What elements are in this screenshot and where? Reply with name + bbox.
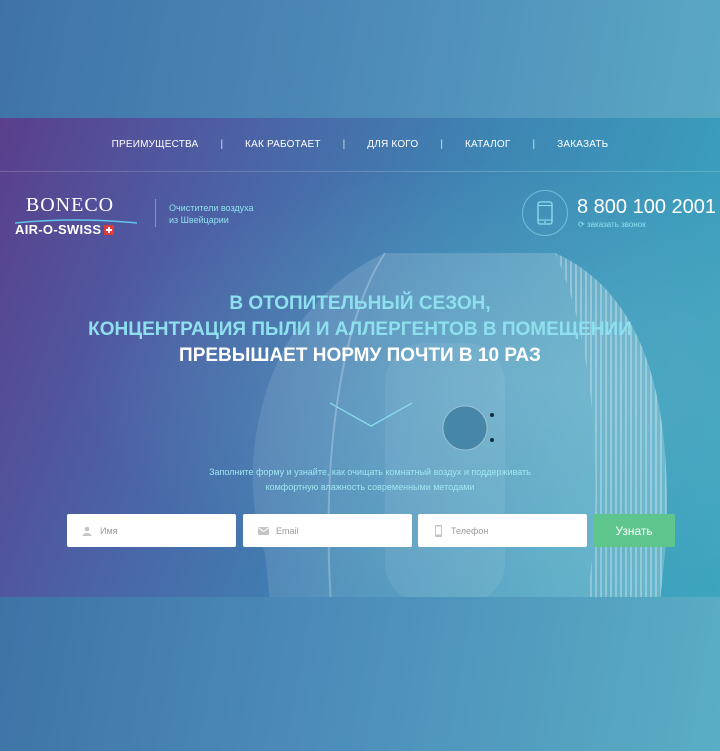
nav-item-order[interactable]: ЗАКАЗАТЬ: [535, 139, 630, 150]
email-input[interactable]: [274, 525, 404, 536]
nav-item-for-whom[interactable]: ДЛЯ КОГО: [345, 139, 440, 150]
phone-field[interactable]: [418, 514, 587, 547]
logo-boneco: BONECO: [25, 194, 115, 216]
name-field[interactable]: [67, 514, 236, 547]
submit-button[interactable]: Узнать: [593, 514, 675, 547]
hero-section: ПРЕИМУЩЕСТВА | КАК РАБОТАЕТ | ДЛЯ КОГО |…: [0, 118, 720, 597]
user-icon: [76, 526, 98, 536]
mobile-icon: [427, 524, 449, 537]
headline-line-1: В ОТОПИТЕЛЬНЫЙ СЕЗОН,: [229, 293, 491, 314]
hero-headline: В ОТОПИТЕЛЬНЫЙ СЕЗОН, КОНЦЕНТРАЦИЯ ПЫЛИ …: [0, 291, 720, 369]
phone-input[interactable]: [449, 525, 579, 536]
top-background: [0, 0, 720, 118]
envelope-icon: [252, 526, 274, 535]
form-description: Заполните форму и узнайте, как очищать к…: [209, 467, 531, 492]
email-field[interactable]: [243, 514, 412, 547]
bottom-background: [0, 597, 720, 751]
nav-item-advantages[interactable]: ПРЕИМУЩЕСТВА: [90, 139, 221, 150]
nav-item-how-it-works[interactable]: КАК РАБОТАЕТ: [223, 139, 343, 150]
headline-line-3: ПРЕВЫШАЕТ НОРМУ ПОЧТИ В 10 РАЗ: [179, 345, 541, 366]
chevron-down-icon[interactable]: [329, 402, 413, 428]
logo-air-o-swiss: AIR-O-SWISS: [15, 222, 102, 237]
callback-link[interactable]: ⟳ заказать звонок: [578, 220, 646, 229]
tagline-divider: [155, 199, 156, 227]
phone-number[interactable]: 8 800 100 2001: [577, 196, 716, 219]
main-nav: ПРЕИМУЩЕСТВА | КАК РАБОТАЕТ | ДЛЯ КОГО |…: [0, 118, 720, 172]
headline-line-2: КОНЦЕНТРАЦИЯ ПЫЛИ И АЛЛЕРГЕНТОВ В ПОМЕЩЕ…: [88, 319, 632, 340]
swiss-cross-icon: [104, 224, 115, 235]
refresh-icon: ⟳: [578, 220, 585, 229]
smartphone-icon: [522, 190, 568, 236]
brand-logo[interactable]: BONECO AIR-O-SWISS: [15, 194, 140, 238]
name-input[interactable]: [98, 525, 228, 536]
brand-tagline: Очистители воздуха из Швейцарии: [169, 203, 254, 225]
nav-item-catalog[interactable]: КАТАЛОГ: [443, 139, 533, 150]
